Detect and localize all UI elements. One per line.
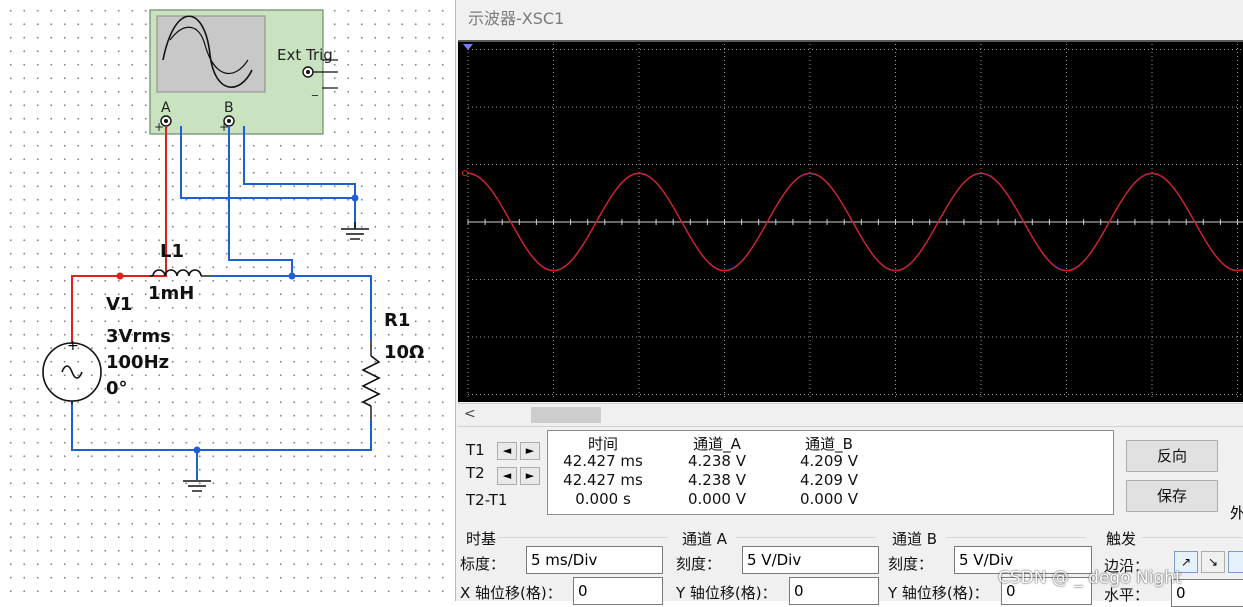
oscilloscope-window: 示波器-XSC1 < T1 T2 T2-T1 ◄ ► ◄ ► 时间 通道_A 通… xyxy=(455,0,1243,607)
t1-time: 42.427 ms xyxy=(563,452,643,470)
external-edge-button[interactable] xyxy=(1228,551,1243,573)
schematic-wires xyxy=(42,9,381,492)
wire-b-minus[interactable] xyxy=(243,126,356,228)
scroll-thumb[interactable] xyxy=(531,407,601,423)
header-time: 时间 xyxy=(587,435,618,453)
timebase-scale-field[interactable]: 5 ms/Div xyxy=(526,546,663,574)
resistor-value: 10Ω xyxy=(384,342,425,363)
falling-edge-button[interactable]: ↘ xyxy=(1201,551,1225,573)
trigger-level-marker xyxy=(462,170,468,177)
channel-a-title: 通道 A xyxy=(682,530,728,548)
header-channel-b: 通道_B xyxy=(805,435,853,453)
diff-channel-a: 0.000 V xyxy=(688,490,746,508)
wire-bottom[interactable] xyxy=(71,402,372,451)
source-phase: 0° xyxy=(106,378,128,399)
t2-time: 42.427 ms xyxy=(563,471,643,489)
b-plus-sign: + xyxy=(219,120,230,134)
timebase-scale-label: 标度： xyxy=(460,555,506,573)
channel-b-title: 通道 B xyxy=(892,530,938,548)
t2-t1-label: T2-T1 xyxy=(466,491,508,509)
channel-a-label: A xyxy=(161,100,171,116)
channel-a-scale-field[interactable]: 5 V/Div xyxy=(742,546,879,574)
scope-plot xyxy=(462,44,1243,400)
cursor-t1-marker xyxy=(463,44,473,50)
channel-b-y-offset-label: Y 轴位移(格)： xyxy=(888,584,989,602)
timebase-title: 时基 xyxy=(466,530,497,548)
t1-left-button[interactable]: ◄ xyxy=(497,442,517,460)
t1-right-button[interactable]: ► xyxy=(520,442,540,460)
cursor-readout-table: 时间 通道_A 通道_B 42.427 ms 4.238 V 4.209 V 4… xyxy=(547,430,1114,515)
trigger-title: 触发 xyxy=(1106,530,1137,548)
channel-b-label: B xyxy=(224,100,234,116)
channel-a-y-offset-label: Y 轴位移(格)： xyxy=(676,584,777,602)
source-frequency: 100Hz xyxy=(106,352,170,373)
ext-trig-minus: _ xyxy=(312,82,318,96)
scope-screen[interactable] xyxy=(458,40,1243,402)
external-trigger-label: 外 xyxy=(1230,504,1243,522)
ext-trig-label: Ext Trig xyxy=(277,46,333,64)
window-title: 示波器-XSC1 xyxy=(468,9,565,28)
diff-time: 0.000 s xyxy=(575,490,631,508)
inductor-name: L1 xyxy=(160,241,184,262)
channel-b-scale-label: 刻度： xyxy=(888,555,934,573)
t2-channel-a: 4.238 V xyxy=(688,471,746,489)
t1-label: T1 xyxy=(466,441,485,459)
t1-channel-b: 4.209 V xyxy=(800,452,858,470)
source-voltage: 3Vrms xyxy=(106,326,171,347)
ground-icon-bottom xyxy=(183,480,211,492)
wire-top-right[interactable] xyxy=(212,275,372,340)
ground-icon xyxy=(341,222,369,240)
inductor-value: 1mH xyxy=(148,283,195,304)
diff-channel-b: 0.000 V xyxy=(800,490,858,508)
source-name: V1 xyxy=(106,294,133,315)
save-button[interactable]: 保存 xyxy=(1126,480,1218,512)
channel-a-scale-label: 刻度： xyxy=(676,555,722,573)
resistor-r1[interactable] xyxy=(361,340,381,420)
oscilloscope-icon-screen xyxy=(156,15,266,93)
a-plus-sign: + xyxy=(154,120,165,134)
horizontal-scrollbar[interactable]: < xyxy=(458,403,1243,427)
source-plus-sign: + xyxy=(67,338,79,354)
schematic-canvas[interactable]: Ext Trig A B + + _ + L1 1mH V1 3Vrms 100… xyxy=(0,0,455,601)
header-channel-a: 通道_A xyxy=(693,435,741,453)
scroll-left-arrow[interactable]: < xyxy=(464,406,476,422)
reverse-button[interactable]: 反向 xyxy=(1126,440,1218,472)
resistor-name: R1 xyxy=(384,310,411,331)
junction-red xyxy=(116,272,124,280)
x-offset-label: X 轴位移(格)： xyxy=(460,584,562,602)
t2-right-button[interactable]: ► xyxy=(520,467,540,485)
t2-channel-b: 4.209 V xyxy=(800,471,858,489)
t2-left-button[interactable]: ◄ xyxy=(497,467,517,485)
wire-a-minus[interactable] xyxy=(180,126,355,199)
t1-channel-a: 4.238 V xyxy=(688,452,746,470)
watermark: CSDN @ _ dego Night xyxy=(998,568,1182,588)
wire-channel-b[interactable] xyxy=(228,126,293,276)
t2-label: T2 xyxy=(466,464,485,482)
